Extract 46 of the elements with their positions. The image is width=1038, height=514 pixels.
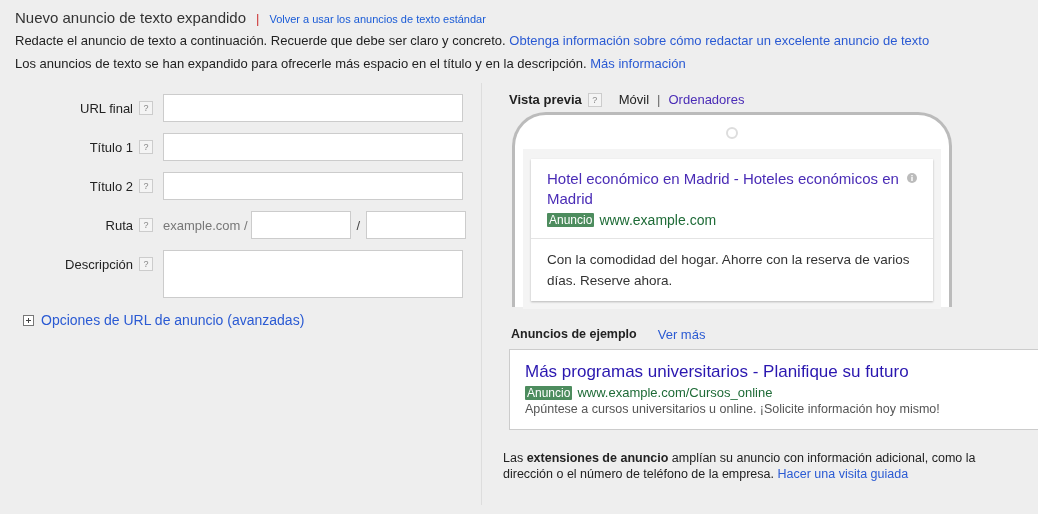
- ad-url: www.example.com: [599, 212, 717, 228]
- preview-tab[interactable]: Móvil: [618, 92, 650, 107]
- ad-badge: Anuncio: [525, 385, 573, 400]
- field-label: Título 2: [88, 178, 133, 194]
- intro-paragraph: Redacte el anuncio de texto a continuación. Recuerde que debe ser claro y concreto. Obtenga información sobre cómo redactar un excelente anuncio de texto: [15, 33, 931, 49]
- examples-title: Anuncios de ejemplo: [511, 327, 637, 342]
- help-icon[interactable]: ?: [587, 92, 602, 107]
- field-label: Título 1: [88, 139, 133, 155]
- ad-headline[interactable]: Hotel económico en Madrid - Hoteles económicos en Madrid: [547, 169, 901, 209]
- help-icon[interactable]: ?: [139, 101, 153, 115]
- advanced-options-link[interactable]: Opciones de URL de anuncio (avanzadas): [41, 312, 305, 328]
- ad-description: Con la comodidad del hogar. Ahorre con la reserva de varios días. Reserve ahora.: [546, 251, 911, 290]
- camera-icon: [726, 127, 738, 139]
- guided-tour-link[interactable]: Hacer una visita guiada: [777, 467, 909, 481]
- tab-separator: |: [657, 92, 661, 107]
- input-field[interactable]: [163, 133, 463, 161]
- intro-paragraph: Los anuncios de texto se han expandido para ofrecerle más espacio en el título y en la descripción. Más información: [15, 56, 687, 72]
- help-icon[interactable]: ?: [139, 218, 153, 232]
- input-field[interactable]: [163, 94, 463, 122]
- field-label: Descripción: [64, 257, 133, 272]
- field-label: URL final: [79, 100, 133, 116]
- ad-url: www.example.com/Cursos_online: [577, 385, 773, 400]
- help-icon[interactable]: ?: [139, 179, 153, 193]
- see-more-link[interactable]: Ver más: [657, 327, 706, 342]
- description-field[interactable]: [163, 250, 463, 298]
- input-field[interactable]: [250, 211, 351, 239]
- help-icon[interactable]: ?: [139, 140, 153, 154]
- standard-ads-link[interactable]: Volver a usar los anuncios de texto estándar: [269, 13, 486, 25]
- ad-headline[interactable]: Más programas universitarios - Planifique su futuro: [525, 362, 1023, 382]
- title-separator: |: [256, 11, 260, 26]
- ad-description: Apúntese a cursos universitarios u online. ¡Solicite información hoy mismo!: [525, 402, 941, 416]
- input-field[interactable]: [163, 172, 463, 200]
- info-link[interactable]: Obtenga información sobre cómo redactar un excelente anuncio de texto: [509, 33, 930, 48]
- input-field[interactable]: [366, 211, 467, 239]
- field-label: Ruta: [104, 217, 133, 233]
- preview-tab[interactable]: Ordenadores: [668, 92, 745, 107]
- page-title: Nuevo anuncio de texto expandido: [15, 9, 246, 26]
- path-separator: /: [356, 217, 361, 233]
- path-prefix: example.com /: [163, 217, 248, 233]
- info-link[interactable]: Más información: [590, 56, 686, 71]
- help-icon[interactable]: ?: [139, 257, 153, 271]
- preview-title: Vista previa: [509, 92, 582, 107]
- info-icon[interactable]: [907, 173, 917, 183]
- expand-icon[interactable]: [23, 314, 34, 326]
- ad-badge: Anuncio: [547, 213, 595, 227]
- extensions-paragraph: Las extensiones de anuncio amplían su anuncio con información adicional, como la dirección o el número de teléfono de la empresa. Hacer una visita guiada: [503, 450, 977, 482]
